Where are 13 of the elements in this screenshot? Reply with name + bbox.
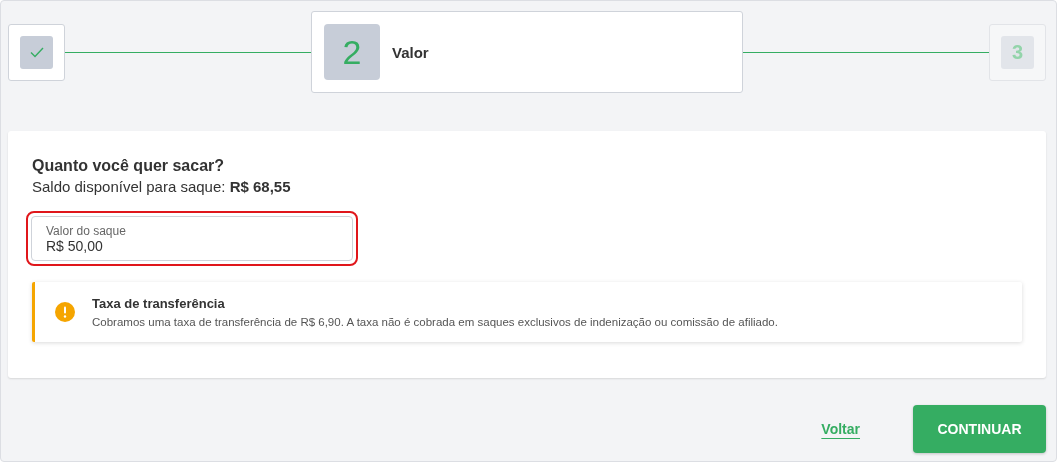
notice-text: Cobramos uma taxa de transferência de R$ 6,90. A taxa não é cobrada em saques exclusivos de indenização ou comissão de afiliado.: [92, 316, 778, 328]
amount-field[interactable]: Valor do saque R$ 50,00: [31, 216, 353, 261]
step-title: Valor: [392, 43, 429, 61]
step-upcoming: 3: [989, 23, 1046, 81]
check-icon: [29, 46, 44, 58]
step-done[interactable]: [8, 23, 65, 81]
notice-title: Taxa de transferência: [92, 296, 226, 311]
balance-text: Saldo disponível para saque: R$ 68,55: [32, 178, 292, 195]
field-label: Valor do saque: [46, 224, 127, 238]
amount-input[interactable]: R$ 50,00: [46, 238, 338, 254]
step-number: 2: [324, 24, 380, 80]
question-title: Quanto você quer sacar?: [32, 157, 226, 175]
warning-icon: [55, 302, 75, 322]
